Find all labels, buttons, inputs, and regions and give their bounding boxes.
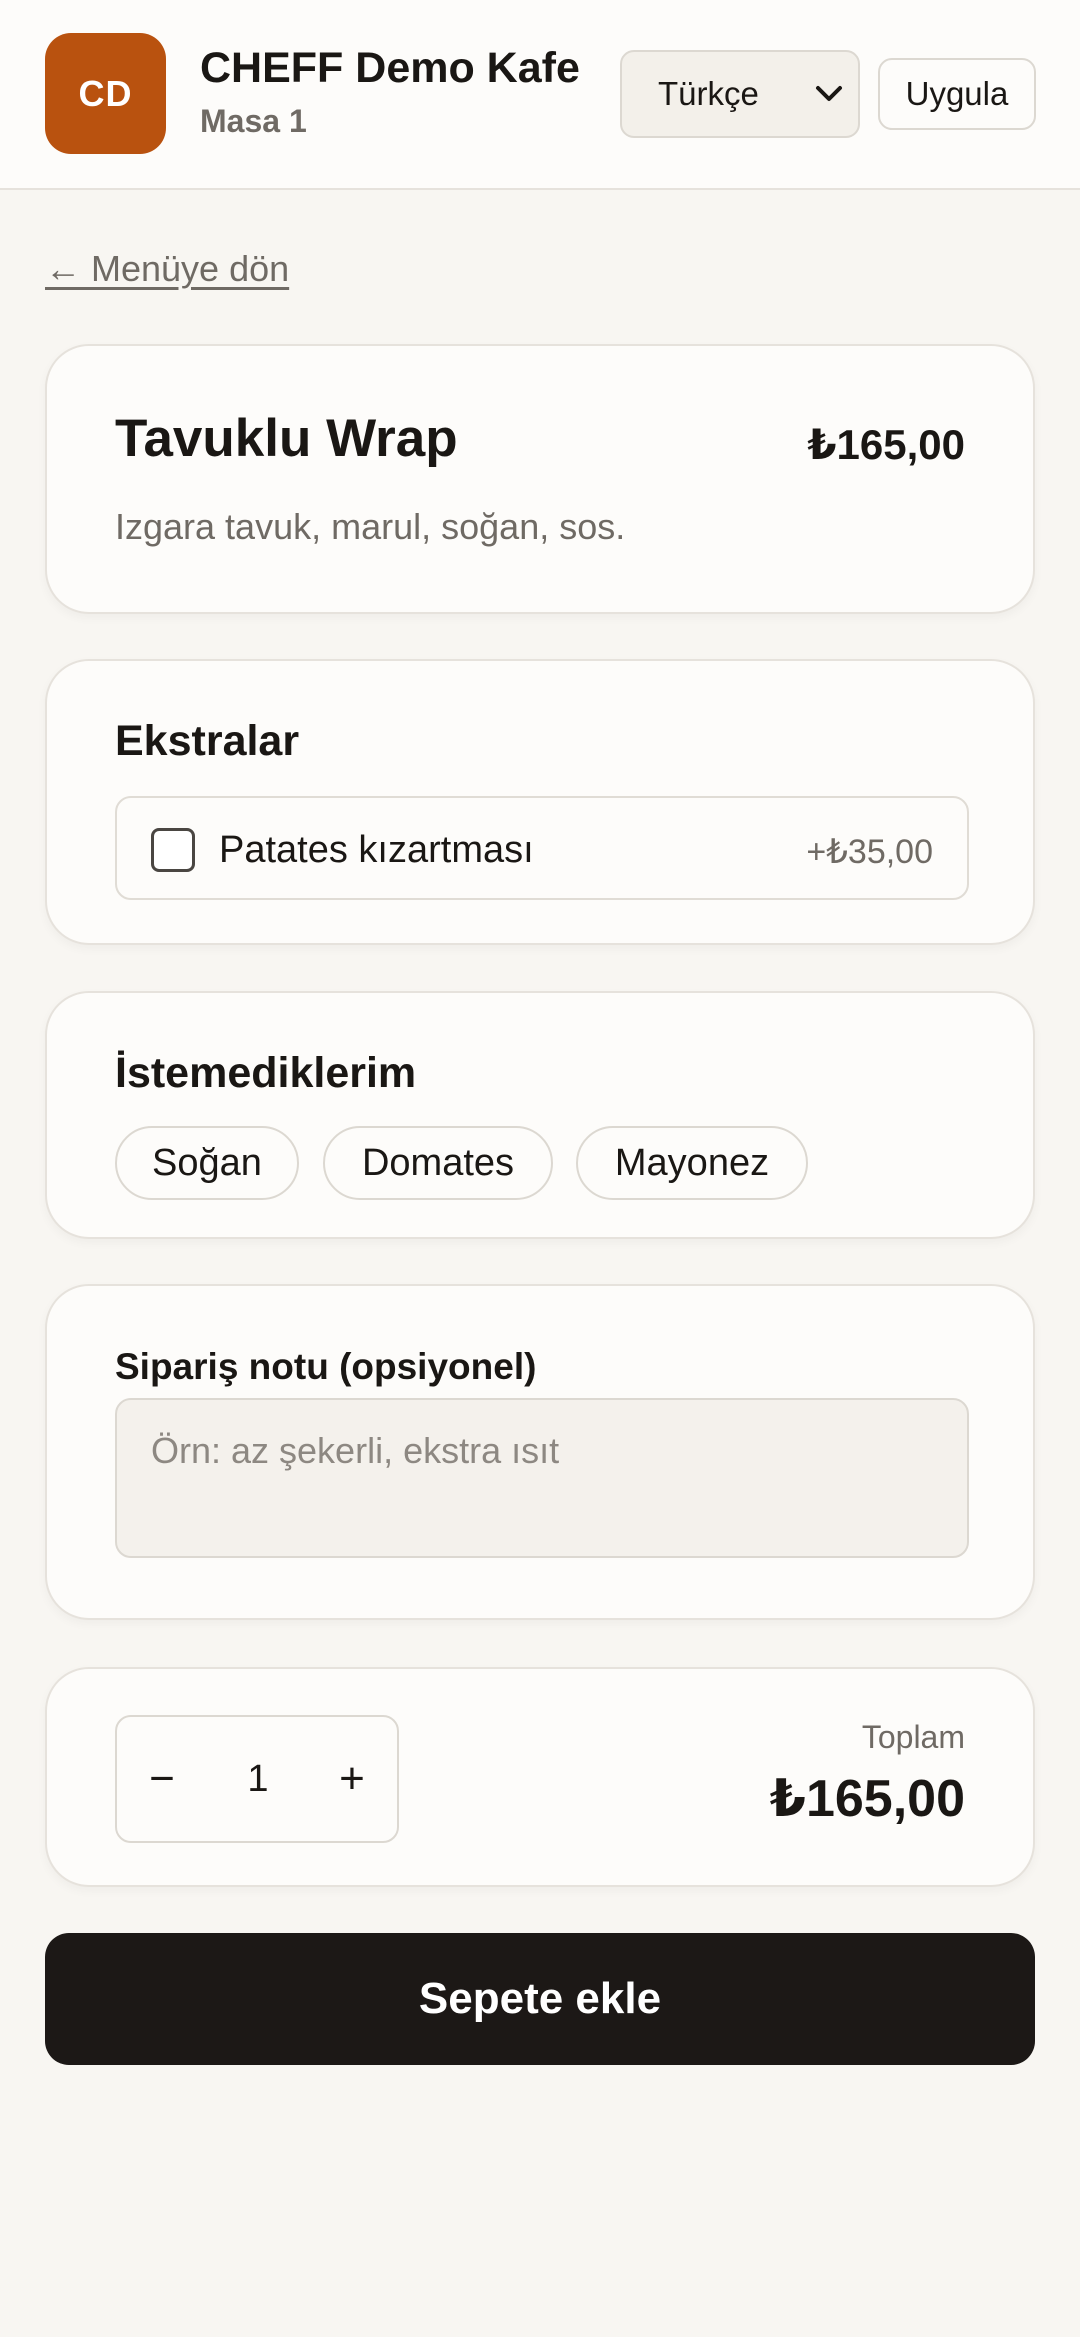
add-to-cart-button[interactable]: Sepete ekle: [45, 1933, 1035, 2065]
chevron-down-icon: [816, 86, 842, 101]
language-select[interactable]: Türkçe: [620, 50, 860, 138]
apply-language-button[interactable]: Uygula: [878, 58, 1036, 130]
cafe-logo: CD: [45, 33, 166, 154]
quantity-card: − 1 + Toplam ₺165,00: [45, 1667, 1035, 1887]
cafe-name: CHEFF Demo Kafe: [200, 44, 580, 92]
increase-quantity-button[interactable]: +: [307, 1717, 397, 1841]
extras-card: Ekstralar Patates kızartması +₺35,00: [45, 659, 1035, 945]
extras-title: Ekstralar: [115, 717, 300, 765]
exclusions-title: İstemediklerim: [115, 1049, 417, 1097]
extra-option-label: Patates kızartması: [219, 829, 534, 871]
back-to-menu-link[interactable]: ← Menüye dön: [45, 248, 289, 290]
total-label: Toplam: [861, 1719, 965, 1755]
exclusion-chip-onion[interactable]: Soğan: [115, 1126, 299, 1200]
note-label: Sipariş notu (opsiyonel): [115, 1346, 537, 1387]
extra-option-fries[interactable]: Patates kızartması +₺35,00: [115, 796, 969, 900]
item-price: ₺165,00: [807, 421, 965, 468]
quantity-stepper: − 1 +: [115, 1715, 399, 1843]
quantity-value: 1: [247, 1757, 269, 1800]
note-card: Sipariş notu (opsiyonel) Örn: az şekerli…: [45, 1284, 1035, 1620]
decrease-quantity-button[interactable]: −: [117, 1717, 207, 1841]
extra-checkbox[interactable]: [151, 828, 195, 872]
order-note-field[interactable]: Örn: az şekerli, ekstra ısıt: [115, 1398, 969, 1558]
item-description: Izgara tavuk, marul, soğan, sos.: [115, 506, 626, 547]
exclusion-chip-mayo[interactable]: Mayonez: [576, 1126, 808, 1200]
item-title: Tavuklu Wrap: [115, 409, 458, 468]
language-select-value: Türkçe: [658, 75, 759, 112]
extra-option-price: +₺35,00: [806, 833, 933, 871]
total-value: ₺165,00: [769, 1770, 965, 1828]
table-name: Masa 1: [200, 103, 307, 139]
item-card: Tavuklu Wrap ₺165,00 Izgara tavuk, marul…: [45, 344, 1035, 614]
exclusion-chip-tomato[interactable]: Domates: [323, 1126, 553, 1200]
exclusions-card: İstemediklerim Soğan Domates Mayonez: [45, 991, 1035, 1239]
app-header: CD CHEFF Demo Kafe Masa 1 Türkçe Uygula: [0, 0, 1080, 190]
